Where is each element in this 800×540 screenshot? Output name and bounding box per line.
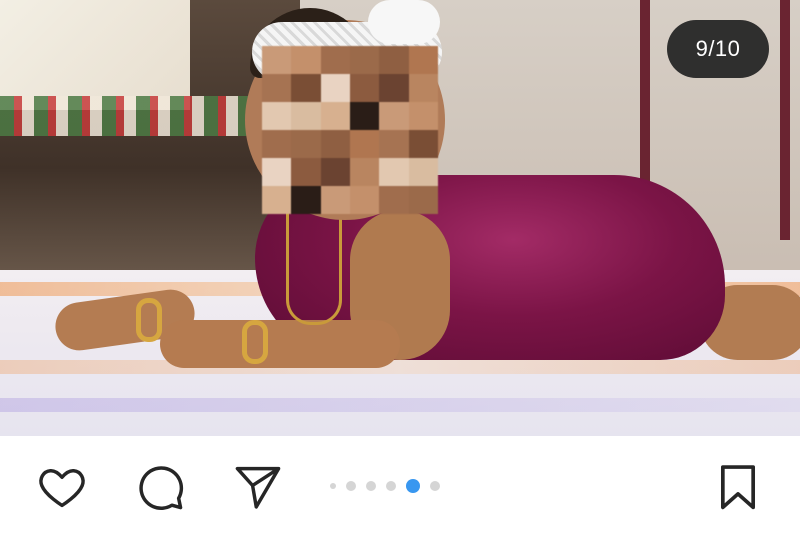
- pixel-block: [320, 102, 350, 130]
- pixel-block: [291, 158, 321, 186]
- pixel-block: [379, 130, 409, 158]
- pixel-block: [350, 46, 380, 74]
- baby-arm: [160, 320, 400, 368]
- paper-plane-icon: [235, 466, 281, 509]
- pixel-block: [262, 158, 292, 186]
- pixel-block: [408, 186, 438, 214]
- bangle: [242, 320, 268, 364]
- headband-bow: [368, 0, 440, 44]
- pixel-block: [379, 158, 409, 186]
- pixel-block: [262, 102, 292, 130]
- pixel-block: [320, 186, 350, 214]
- share-button[interactable]: [232, 461, 284, 513]
- pixel-block: [408, 158, 438, 186]
- comment-icon: [139, 466, 184, 510]
- pixel-block: [320, 46, 350, 74]
- pixel-block: [262, 74, 292, 102]
- pixel-block: [262, 130, 292, 158]
- carousel-dot-active: [406, 479, 420, 493]
- pixel-block: [320, 74, 350, 102]
- pixel-block: [291, 46, 321, 74]
- pixel-block: [291, 130, 321, 158]
- carousel-dot: [386, 481, 396, 491]
- face-pixelation: [262, 46, 438, 214]
- background-window: [0, 0, 190, 110]
- pixel-block: [320, 158, 350, 186]
- heart-icon: [39, 468, 85, 508]
- pixel-block: [262, 46, 292, 74]
- bookmark-icon: [720, 465, 756, 510]
- crib-rail: [780, 0, 790, 240]
- carousel-dot: [430, 481, 440, 491]
- carousel-indicator: [330, 479, 440, 493]
- bedsheet-stripe: [0, 398, 800, 412]
- pixel-block: [291, 102, 321, 130]
- pixel-block: [408, 74, 438, 102]
- pixel-block: [350, 102, 380, 130]
- bedsheet-stripe: [0, 360, 800, 374]
- pixel-block: [350, 130, 380, 158]
- pixel-block: [350, 74, 380, 102]
- comment-button[interactable]: [134, 461, 186, 513]
- pixel-block: [379, 102, 409, 130]
- bangle: [136, 298, 162, 342]
- background-garland: [0, 96, 260, 136]
- pixel-block: [408, 102, 438, 130]
- save-button[interactable]: [712, 461, 764, 513]
- carousel-dot: [346, 481, 356, 491]
- pixel-block: [262, 186, 292, 214]
- pixel-block: [408, 46, 438, 74]
- pixel-block: [408, 130, 438, 158]
- necklace: [286, 212, 342, 325]
- like-button[interactable]: [36, 461, 88, 513]
- carousel-dot: [366, 481, 376, 491]
- carousel-dot: [330, 483, 336, 489]
- pixel-block: [379, 74, 409, 102]
- pixel-block: [291, 74, 321, 102]
- pixel-block: [320, 130, 350, 158]
- pixel-block: [379, 186, 409, 214]
- pixel-block: [350, 186, 380, 214]
- pixel-block: [291, 186, 321, 214]
- carousel-counter-badge: 9/10: [667, 20, 769, 78]
- pixel-block: [350, 158, 380, 186]
- pixel-block: [379, 46, 409, 74]
